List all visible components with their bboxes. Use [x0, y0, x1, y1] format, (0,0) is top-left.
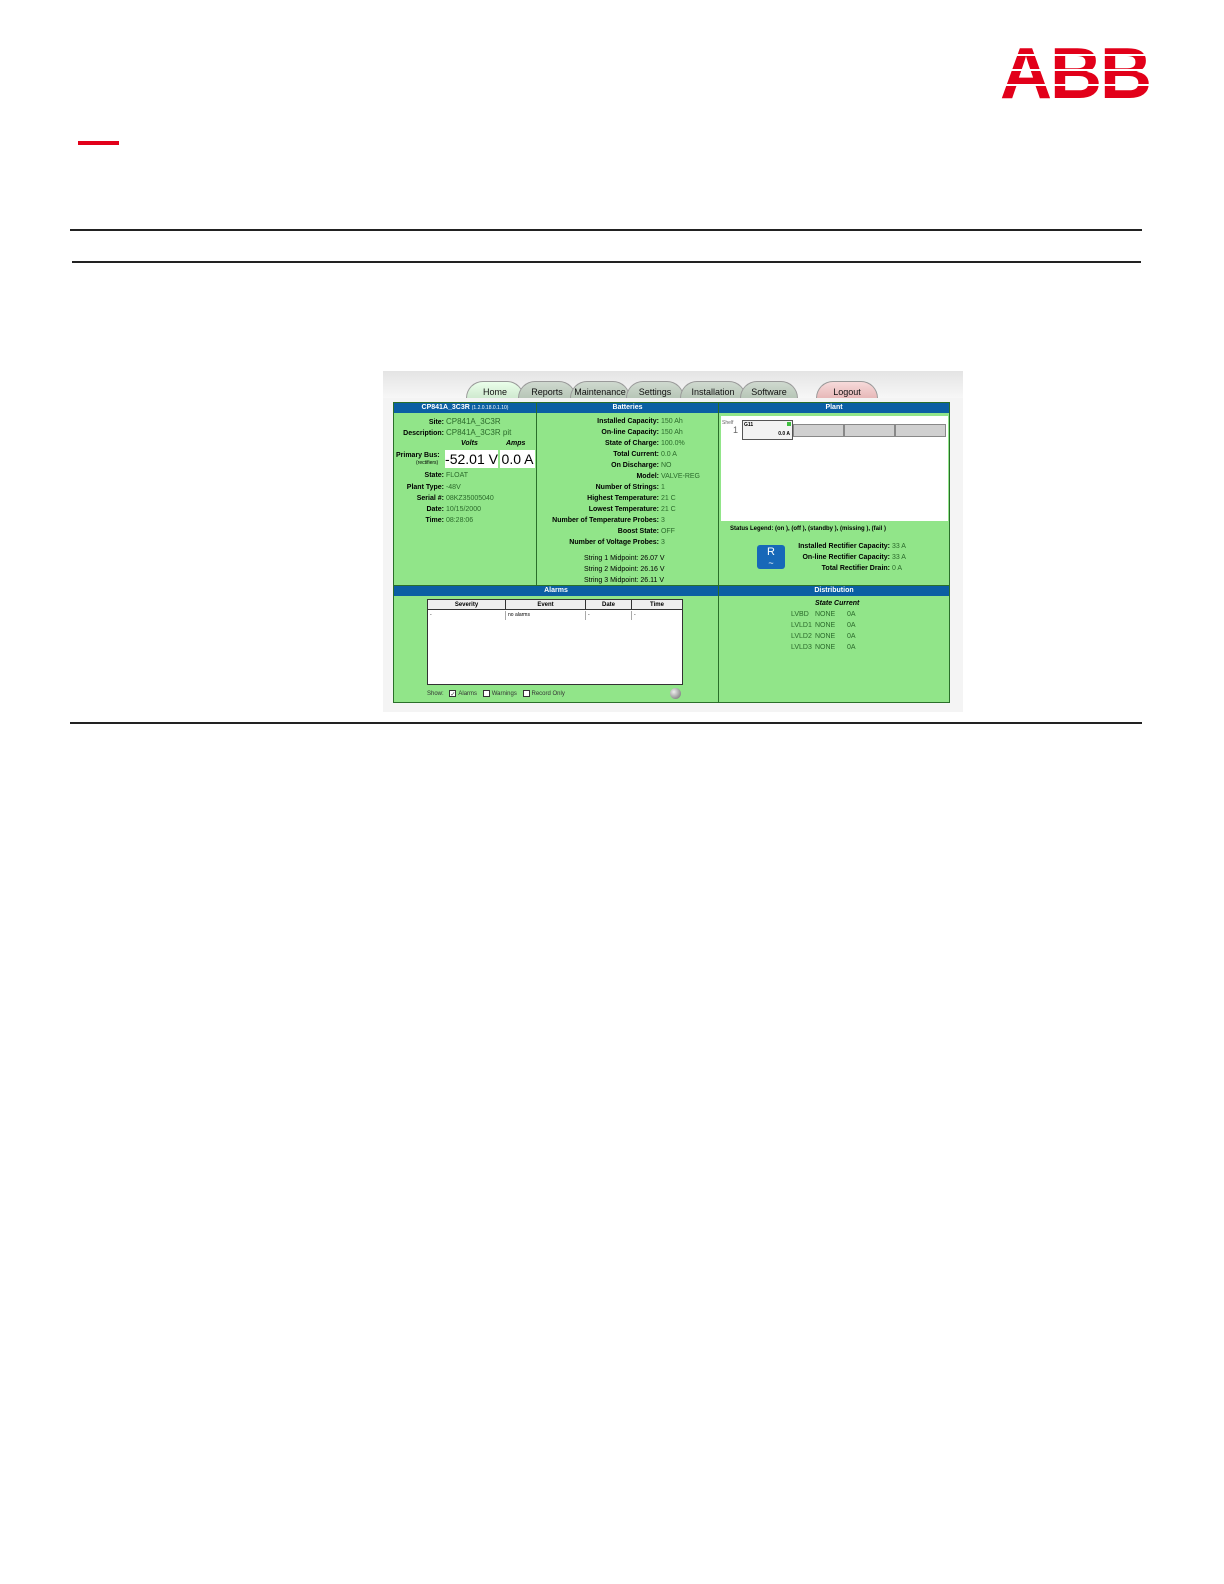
site-row: Site: CP841A_3C3R	[428, 417, 501, 426]
divider	[72, 261, 1141, 263]
accent-bar	[78, 141, 119, 145]
empty-slot	[793, 424, 844, 437]
tab-logout[interactable]: Logout	[816, 381, 878, 398]
tab-installation[interactable]: Installation	[680, 381, 746, 398]
bus-current-readout: 0.0 A	[500, 450, 535, 468]
battery-row: Number of Strings: 1	[595, 484, 665, 491]
battery-row: Number of Voltage Probes: 3	[569, 539, 665, 546]
alarms-header: Alarms	[394, 586, 718, 596]
amps-label: Amps	[506, 440, 526, 447]
distribution-row: LVLD1 NONE 0A	[791, 622, 856, 629]
battery-row: State of Charge: 100.0%	[604, 440, 685, 447]
serial-row: Serial #: 08KZ35005040	[416, 495, 494, 502]
controller-header: CP841A_3C3R (1.2.0.18.0.1.10)	[394, 403, 536, 413]
rectifier-icon[interactable]: R ~	[757, 545, 785, 569]
home-panel: CP841A_3C3R (1.2.0.18.0.1.10) Batteries …	[393, 402, 950, 703]
column-date: Date	[586, 600, 632, 610]
rectifier-current: 0.0 A	[778, 431, 790, 437]
empty-slot	[895, 424, 946, 437]
plant-type-row: Plant Type: -48V	[406, 484, 461, 491]
rectifier-row: Installed Rectifier Capacity: 33 A	[798, 543, 906, 550]
plant-header: Plant	[719, 403, 949, 413]
status-legend: Status Legend: (on ), (off ), (standby )…	[730, 526, 886, 532]
shelf-label: Shelf	[722, 420, 734, 426]
battery-row: On Discharge: NO	[611, 462, 672, 469]
alarm-cell: -	[586, 611, 632, 620]
description-row: Description: CP841A_3C3R pit	[403, 428, 512, 437]
tab-maintenance[interactable]: Maintenance	[570, 381, 630, 398]
time-row: Time: 08:28:06	[425, 517, 474, 524]
column-event: Event	[506, 600, 586, 610]
alarm-cell: no alarms	[506, 611, 586, 620]
battery-row: Lowest Temperature: 21 C	[588, 506, 676, 513]
abb-logo: ABB	[994, 40, 1156, 102]
empty-slot	[844, 424, 895, 437]
date-row: Date: 10/15/2000	[426, 506, 481, 513]
battery-row: Number of Temperature Probes: 3	[552, 517, 665, 524]
alarms-checkbox[interactable]: ✓	[449, 690, 457, 698]
battery-row: Boost State: OFF	[617, 528, 675, 535]
tab-reports[interactable]: Reports	[518, 381, 576, 398]
battery-row: Highest Temperature: 21 C	[587, 495, 676, 502]
refresh-globe-icon[interactable]	[670, 688, 681, 699]
midpoint-1: String 1 Midpoint: 26.07 V	[584, 555, 665, 562]
distribution-header: Distribution	[719, 586, 949, 596]
record-only-checkbox[interactable]	[522, 690, 530, 697]
battery-row: Total Current: 0.0 A	[613, 451, 677, 458]
tab-home[interactable]: Home	[466, 381, 524, 398]
alarm-filters: Show: ✓ Alarms Warnings Record Only	[427, 690, 565, 698]
plant-shelf-view: Shelf 1 G11 0.0 A	[721, 416, 948, 521]
battery-row: Model: VALVE-REG	[636, 473, 700, 480]
warnings-checkbox[interactable]	[482, 690, 490, 697]
battery-row: Installed Capacity: 150 Ah	[597, 418, 683, 425]
controller-web-screenshot: Home Reports Maintenance Settings Instal…	[383, 371, 963, 712]
column-time: Time	[632, 600, 682, 610]
rectifier-row: On-line Rectifier Capacity: 33 A	[802, 554, 906, 561]
tab-software[interactable]: Software	[740, 381, 798, 398]
rectifier-id: G11	[744, 422, 754, 428]
tab-bar: Home Reports Maintenance Settings Instal…	[383, 371, 963, 398]
distribution-row: LVLD2 NONE 0A	[791, 633, 856, 640]
column-severity: Severity	[428, 600, 506, 610]
rectifier-g11[interactable]: G11 0.0 A	[742, 420, 793, 440]
volts-label: Volts	[461, 440, 478, 447]
alarm-table: Severity Event Date Time - no alarms - -	[427, 599, 683, 685]
shelf-number: 1	[733, 425, 739, 435]
battery-row: On-line Capacity: 150 Ah	[601, 429, 683, 436]
rectifier-row: Total Rectifier Drain: 0 A	[821, 565, 903, 572]
status-led-icon	[787, 422, 791, 426]
batteries-header: Batteries	[537, 403, 718, 413]
distribution-row: LVBD NONE 0A	[791, 611, 856, 618]
rectifiers-label: (rectifiers)	[416, 460, 439, 466]
divider	[70, 722, 1142, 724]
distribution-row: LVLD3 NONE 0A	[791, 644, 856, 651]
alarm-cell: -	[634, 612, 636, 618]
bus-voltage-readout: -52.01 V	[445, 450, 498, 468]
distribution-columns: State Current	[815, 600, 860, 607]
midpoint-2: String 2 Midpoint: 26.16 V	[584, 566, 665, 573]
alarm-cell: -	[428, 611, 506, 620]
divider	[70, 229, 1142, 231]
tab-settings[interactable]: Settings	[626, 381, 684, 398]
state-row: State: FLOAT	[424, 472, 468, 479]
midpoint-3: String 3 Midpoint: 26.11 V	[584, 577, 665, 584]
